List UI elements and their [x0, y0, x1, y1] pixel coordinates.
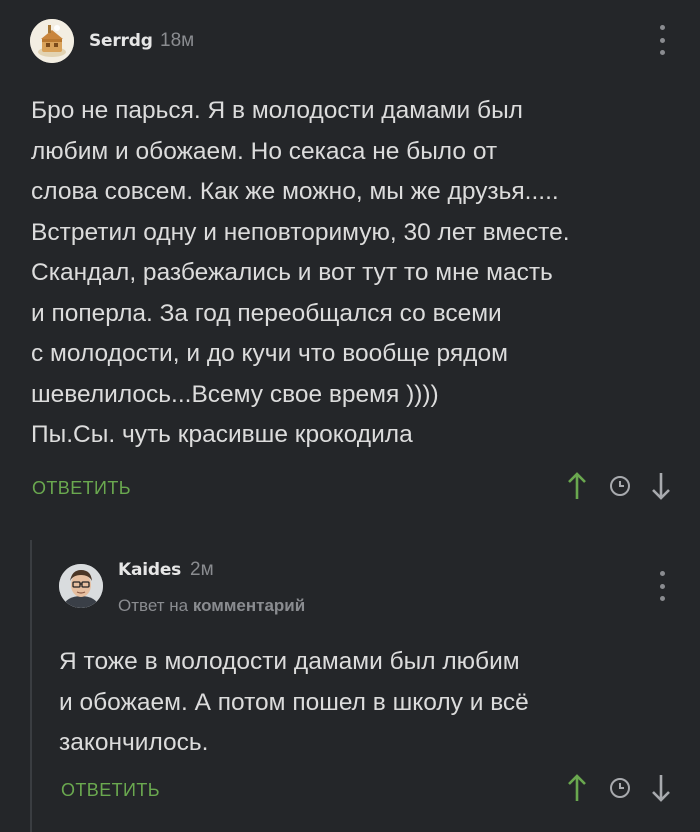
avatar[interactable] — [30, 19, 74, 63]
arrow-up-icon[interactable] — [566, 773, 588, 808]
comment-body: Бро не парься. Я в молодости дамами был … — [31, 97, 570, 448]
reply-button[interactable]: ОТВЕТИТЬ — [61, 780, 160, 801]
comment-body: Я тоже в молодости дамами был любим и об… — [59, 648, 529, 756]
reply-to-prefix: Ответ на — [118, 596, 189, 615]
comment-time: 18м — [160, 30, 195, 51]
reply-button[interactable]: ОТВЕТИТЬ — [32, 478, 131, 499]
reply-to-link[interactable]: комментарий — [193, 596, 305, 615]
arrow-up-icon[interactable] — [566, 471, 588, 506]
comment-kaides: Kaides 2м Ответ на комментарий Я тоже в … — [0, 540, 700, 832]
clock-icon[interactable] — [609, 475, 631, 502]
avatar-image — [59, 564, 103, 608]
comment-author[interactable]: Serrdg — [89, 31, 153, 51]
reply-context: Ответ на комментарий — [118, 596, 305, 616]
comment-time: 2м — [190, 559, 214, 580]
avatar[interactable] — [59, 564, 103, 608]
avatar-image — [30, 19, 74, 63]
more-vertical-icon[interactable] — [652, 25, 672, 55]
arrow-down-icon[interactable] — [650, 773, 672, 808]
arrow-down-icon[interactable] — [650, 471, 672, 506]
comment-serrdg: Serrdg 18м Бро не парься. Я в молодости … — [0, 0, 700, 520]
comment-author[interactable]: Kaides — [118, 560, 181, 580]
clock-icon[interactable] — [609, 777, 631, 804]
more-vertical-icon[interactable] — [652, 571, 672, 601]
